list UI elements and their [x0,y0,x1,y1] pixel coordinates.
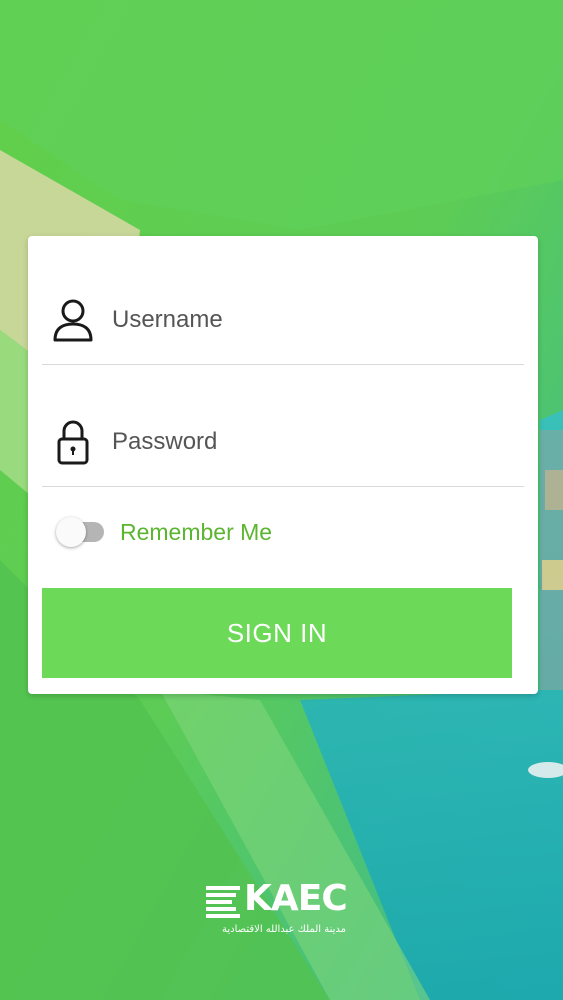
logo-arabic-text: مدينة الملك عبدالله الاقتصادية [222,924,346,935]
login-screen: Remember Me SIGN IN KAEC مدينة الملك عبد… [0,0,563,1000]
kaec-logo-mark [206,886,240,918]
toggle-thumb [56,517,86,547]
username-field [42,276,524,365]
logo-wordmark: KAEC [244,878,348,919]
sign-in-button[interactable]: SIGN IN [42,588,512,678]
user-icon [52,296,94,344]
lock-icon [52,418,94,466]
login-card: Remember Me SIGN IN [28,236,538,694]
remember-me-label[interactable]: Remember Me [120,519,272,546]
kaec-logo: KAEC مدينة الملك عبدالله الاقتصادية [204,878,364,942]
remember-me-toggle[interactable] [56,517,104,547]
username-input[interactable] [112,300,492,340]
remember-me-row: Remember Me [56,512,272,552]
password-field [42,398,524,487]
password-input[interactable] [112,422,492,462]
